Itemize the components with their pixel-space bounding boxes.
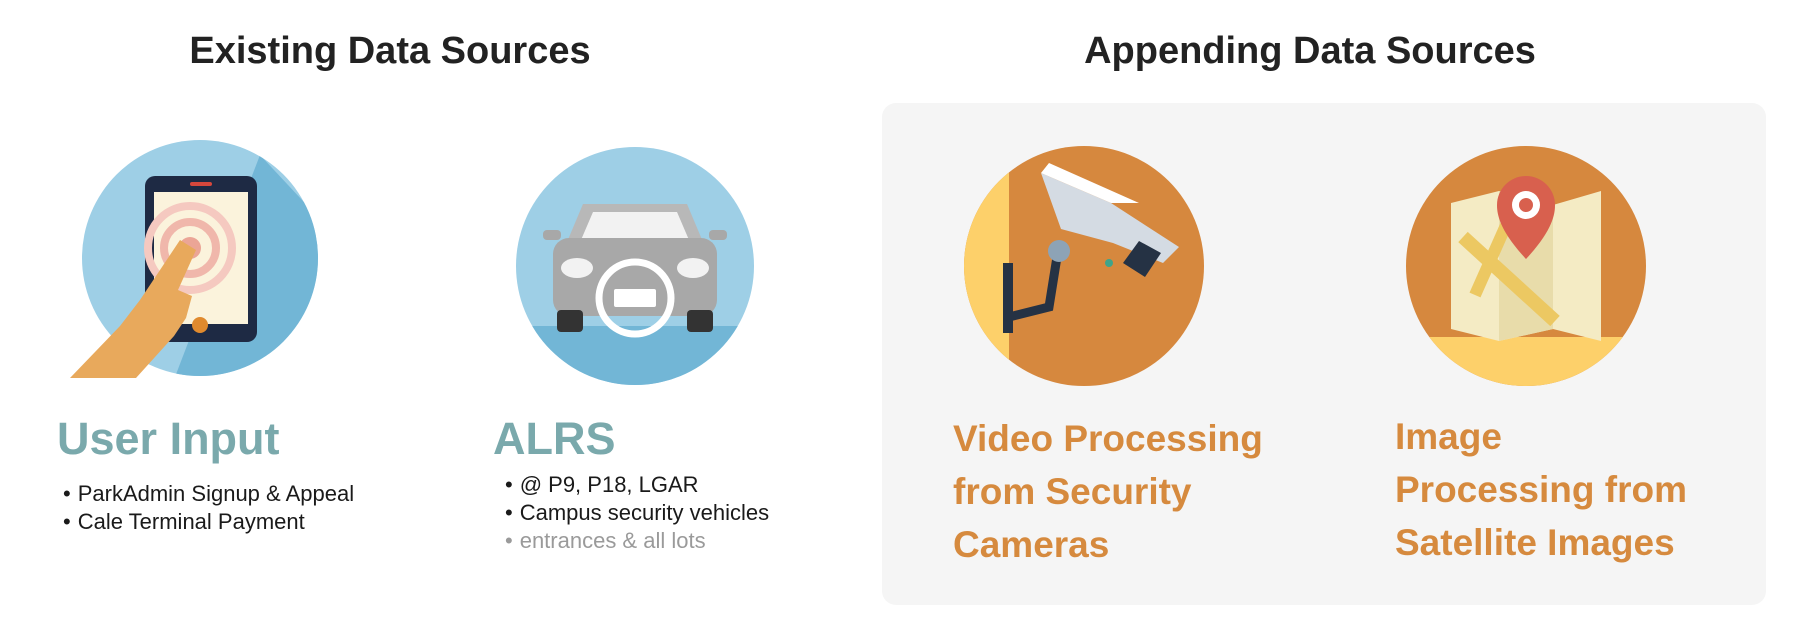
list-item: ParkAdmin Signup & Appeal xyxy=(63,480,354,508)
title-line: Cameras xyxy=(953,524,1110,565)
title-line: Image xyxy=(1395,416,1502,457)
title-line: Video Processing xyxy=(953,418,1263,459)
video-processing-title: Video Processing from Security Cameras xyxy=(953,412,1263,571)
title-line: Processing from xyxy=(1395,469,1687,510)
security-camera-icon xyxy=(964,146,1204,386)
list-item: entrances & all lots xyxy=(505,527,769,555)
user-input-title: User Input xyxy=(57,413,280,464)
user-input-bullets: ParkAdmin Signup & Appeal Cale Terminal … xyxy=(63,480,354,536)
list-item: @ P9, P18, LGAR xyxy=(505,471,769,499)
appending-heading: Appending Data Sources xyxy=(1084,30,1536,72)
existing-heading: Existing Data Sources xyxy=(189,30,591,72)
tablet-tap-icon xyxy=(70,140,318,378)
car-license-plate-icon xyxy=(516,147,754,385)
alrs-title: ALRS xyxy=(493,413,616,464)
title-line: Satellite Images xyxy=(1395,522,1675,563)
map-pin-icon xyxy=(1406,146,1646,386)
list-item: Campus security vehicles xyxy=(505,499,769,527)
image-processing-title: Image Processing from Satellite Images xyxy=(1395,410,1687,569)
list-item: Cale Terminal Payment xyxy=(63,508,354,536)
alrs-bullets: @ P9, P18, LGAR Campus security vehicles… xyxy=(505,471,769,555)
title-line: from Security xyxy=(953,471,1192,512)
